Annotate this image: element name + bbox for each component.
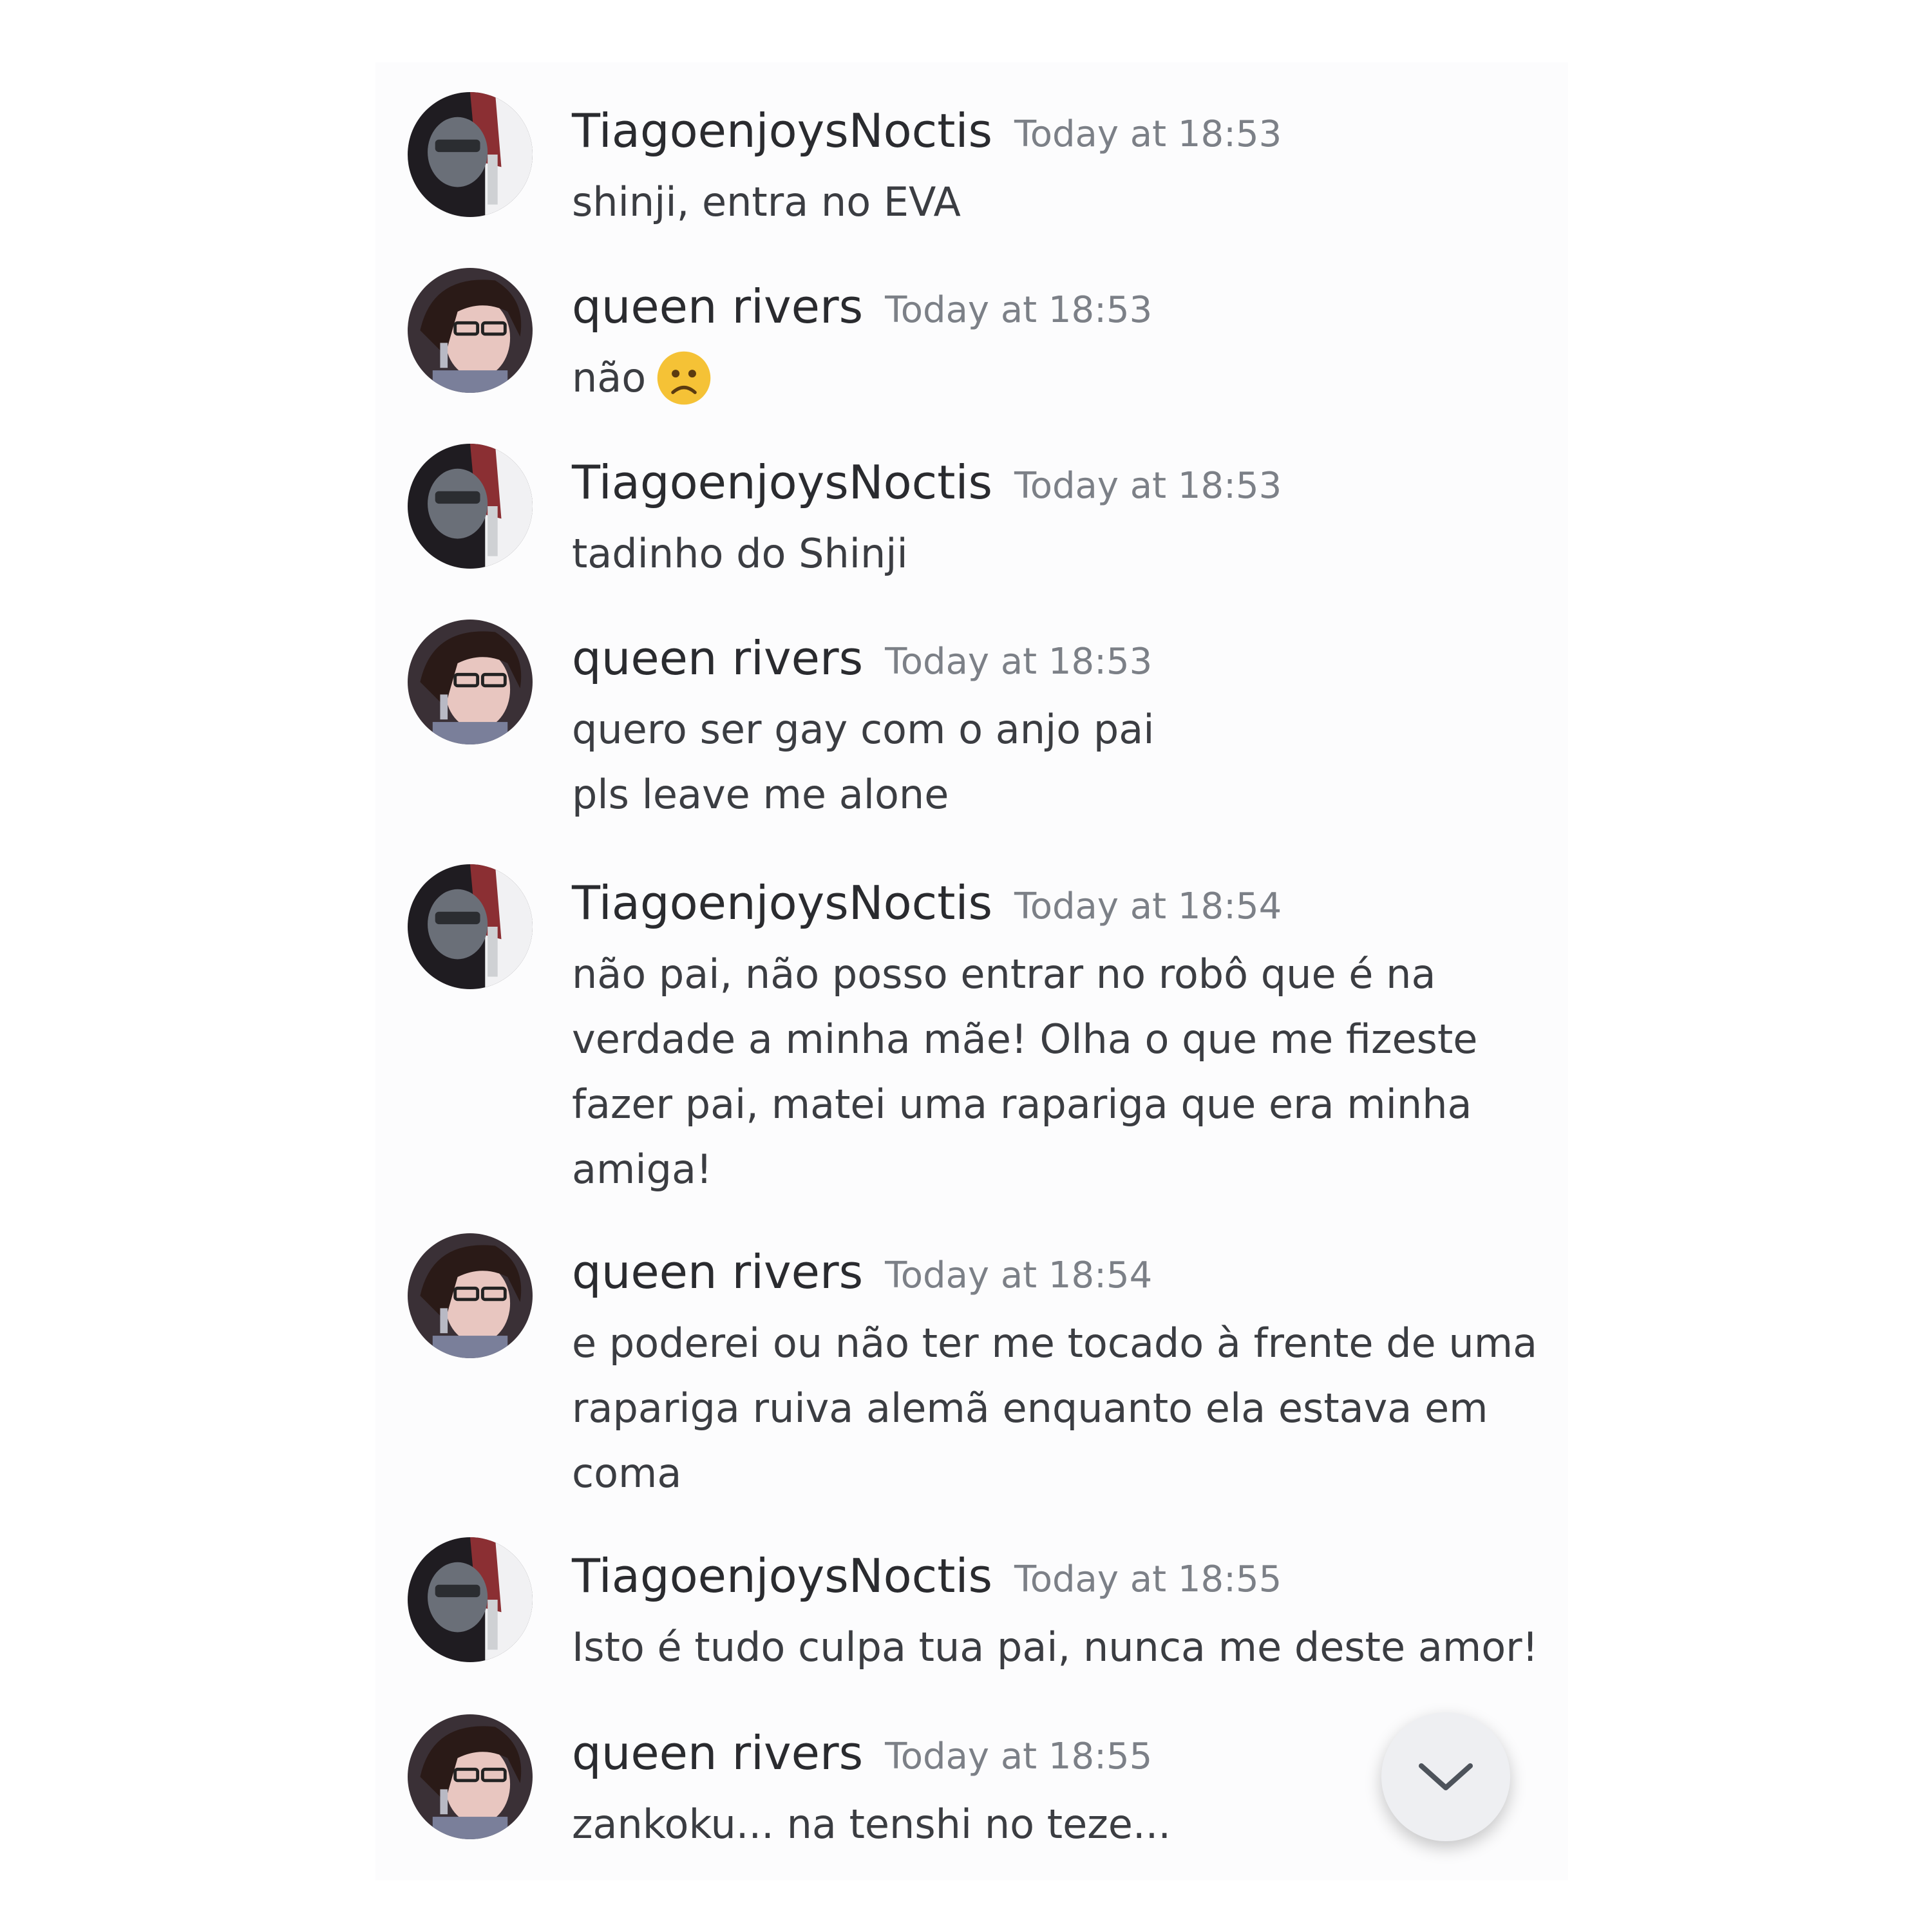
avatar[interactable] <box>408 1537 533 1662</box>
tiago-avatar-icon <box>408 444 533 569</box>
timestamp: Today at 18:55 <box>885 1736 1153 1777</box>
timestamp: Today at 18:54 <box>1014 886 1282 927</box>
username[interactable]: queen rivers <box>572 268 863 345</box>
avatar[interactable] <box>408 864 533 989</box>
message-text: rapariga ruiva alemã enquanto ela estava… <box>572 1385 1488 1432</box>
username[interactable]: TiagoenjoysNoctis <box>572 92 992 169</box>
username[interactable]: queen rivers <box>572 1233 863 1311</box>
message-text: quero ser gay com o anjo pai <box>572 706 1155 753</box>
username[interactable]: TiagoenjoysNoctis <box>572 864 992 942</box>
frowning-face-emoji-icon <box>656 350 712 406</box>
message-text: fazer pai, matei uma rapariga que era mi… <box>572 1081 1472 1128</box>
username[interactable]: queen rivers <box>572 620 863 697</box>
avatar[interactable] <box>408 92 533 217</box>
message-text: não <box>572 345 1538 410</box>
avatar[interactable] <box>408 1714 533 1839</box>
timestamp: Today at 18:53 <box>1014 113 1282 155</box>
message-text: não pai, não posso entrar no robô que é … <box>572 951 1436 998</box>
queen-avatar-icon <box>408 268 533 393</box>
avatar[interactable] <box>408 620 533 744</box>
timestamp: Today at 18:55 <box>1014 1558 1282 1600</box>
tiago-avatar-icon <box>408 864 533 989</box>
queen-avatar-icon <box>408 1714 533 1839</box>
username[interactable]: queen rivers <box>572 1714 863 1792</box>
message-text-content: não <box>572 354 647 401</box>
timestamp: Today at 18:53 <box>1014 465 1282 507</box>
avatar[interactable] <box>408 268 533 393</box>
message-text: Isto é tudo culpa tua pai, nunca me dest… <box>572 1624 1539 1671</box>
chevron-down-icon <box>1419 1763 1473 1790</box>
username[interactable]: TiagoenjoysNoctis <box>572 444 992 521</box>
avatar[interactable] <box>408 444 533 569</box>
avatar[interactable] <box>408 1233 533 1358</box>
message-text: shinji, entra no EVA <box>572 178 961 225</box>
timestamp: Today at 18:53 <box>885 289 1153 331</box>
username[interactable]: TiagoenjoysNoctis <box>572 1537 992 1615</box>
jump-to-present-button[interactable] <box>1381 1712 1510 1841</box>
message-text: tadinho do Shinji <box>572 530 908 577</box>
message-text: e poderei ou não ter me tocado à frente … <box>572 1320 1538 1367</box>
tiago-avatar-icon <box>408 92 533 217</box>
timestamp: Today at 18:54 <box>885 1255 1153 1296</box>
chat-panel: TiagoenjoysNoctis Today at 18:53 shinji, … <box>375 62 1568 1880</box>
message-text: coma <box>572 1450 682 1497</box>
message-text: verdade a minha mãe! Olha o que me fizes… <box>572 1016 1478 1063</box>
queen-avatar-icon <box>408 1233 533 1358</box>
tiago-avatar-icon <box>408 1537 533 1662</box>
timestamp: Today at 18:53 <box>885 641 1153 683</box>
message-text: amiga! <box>572 1146 712 1193</box>
queen-avatar-icon <box>408 620 533 744</box>
message-text: pls leave me alone <box>572 771 949 818</box>
